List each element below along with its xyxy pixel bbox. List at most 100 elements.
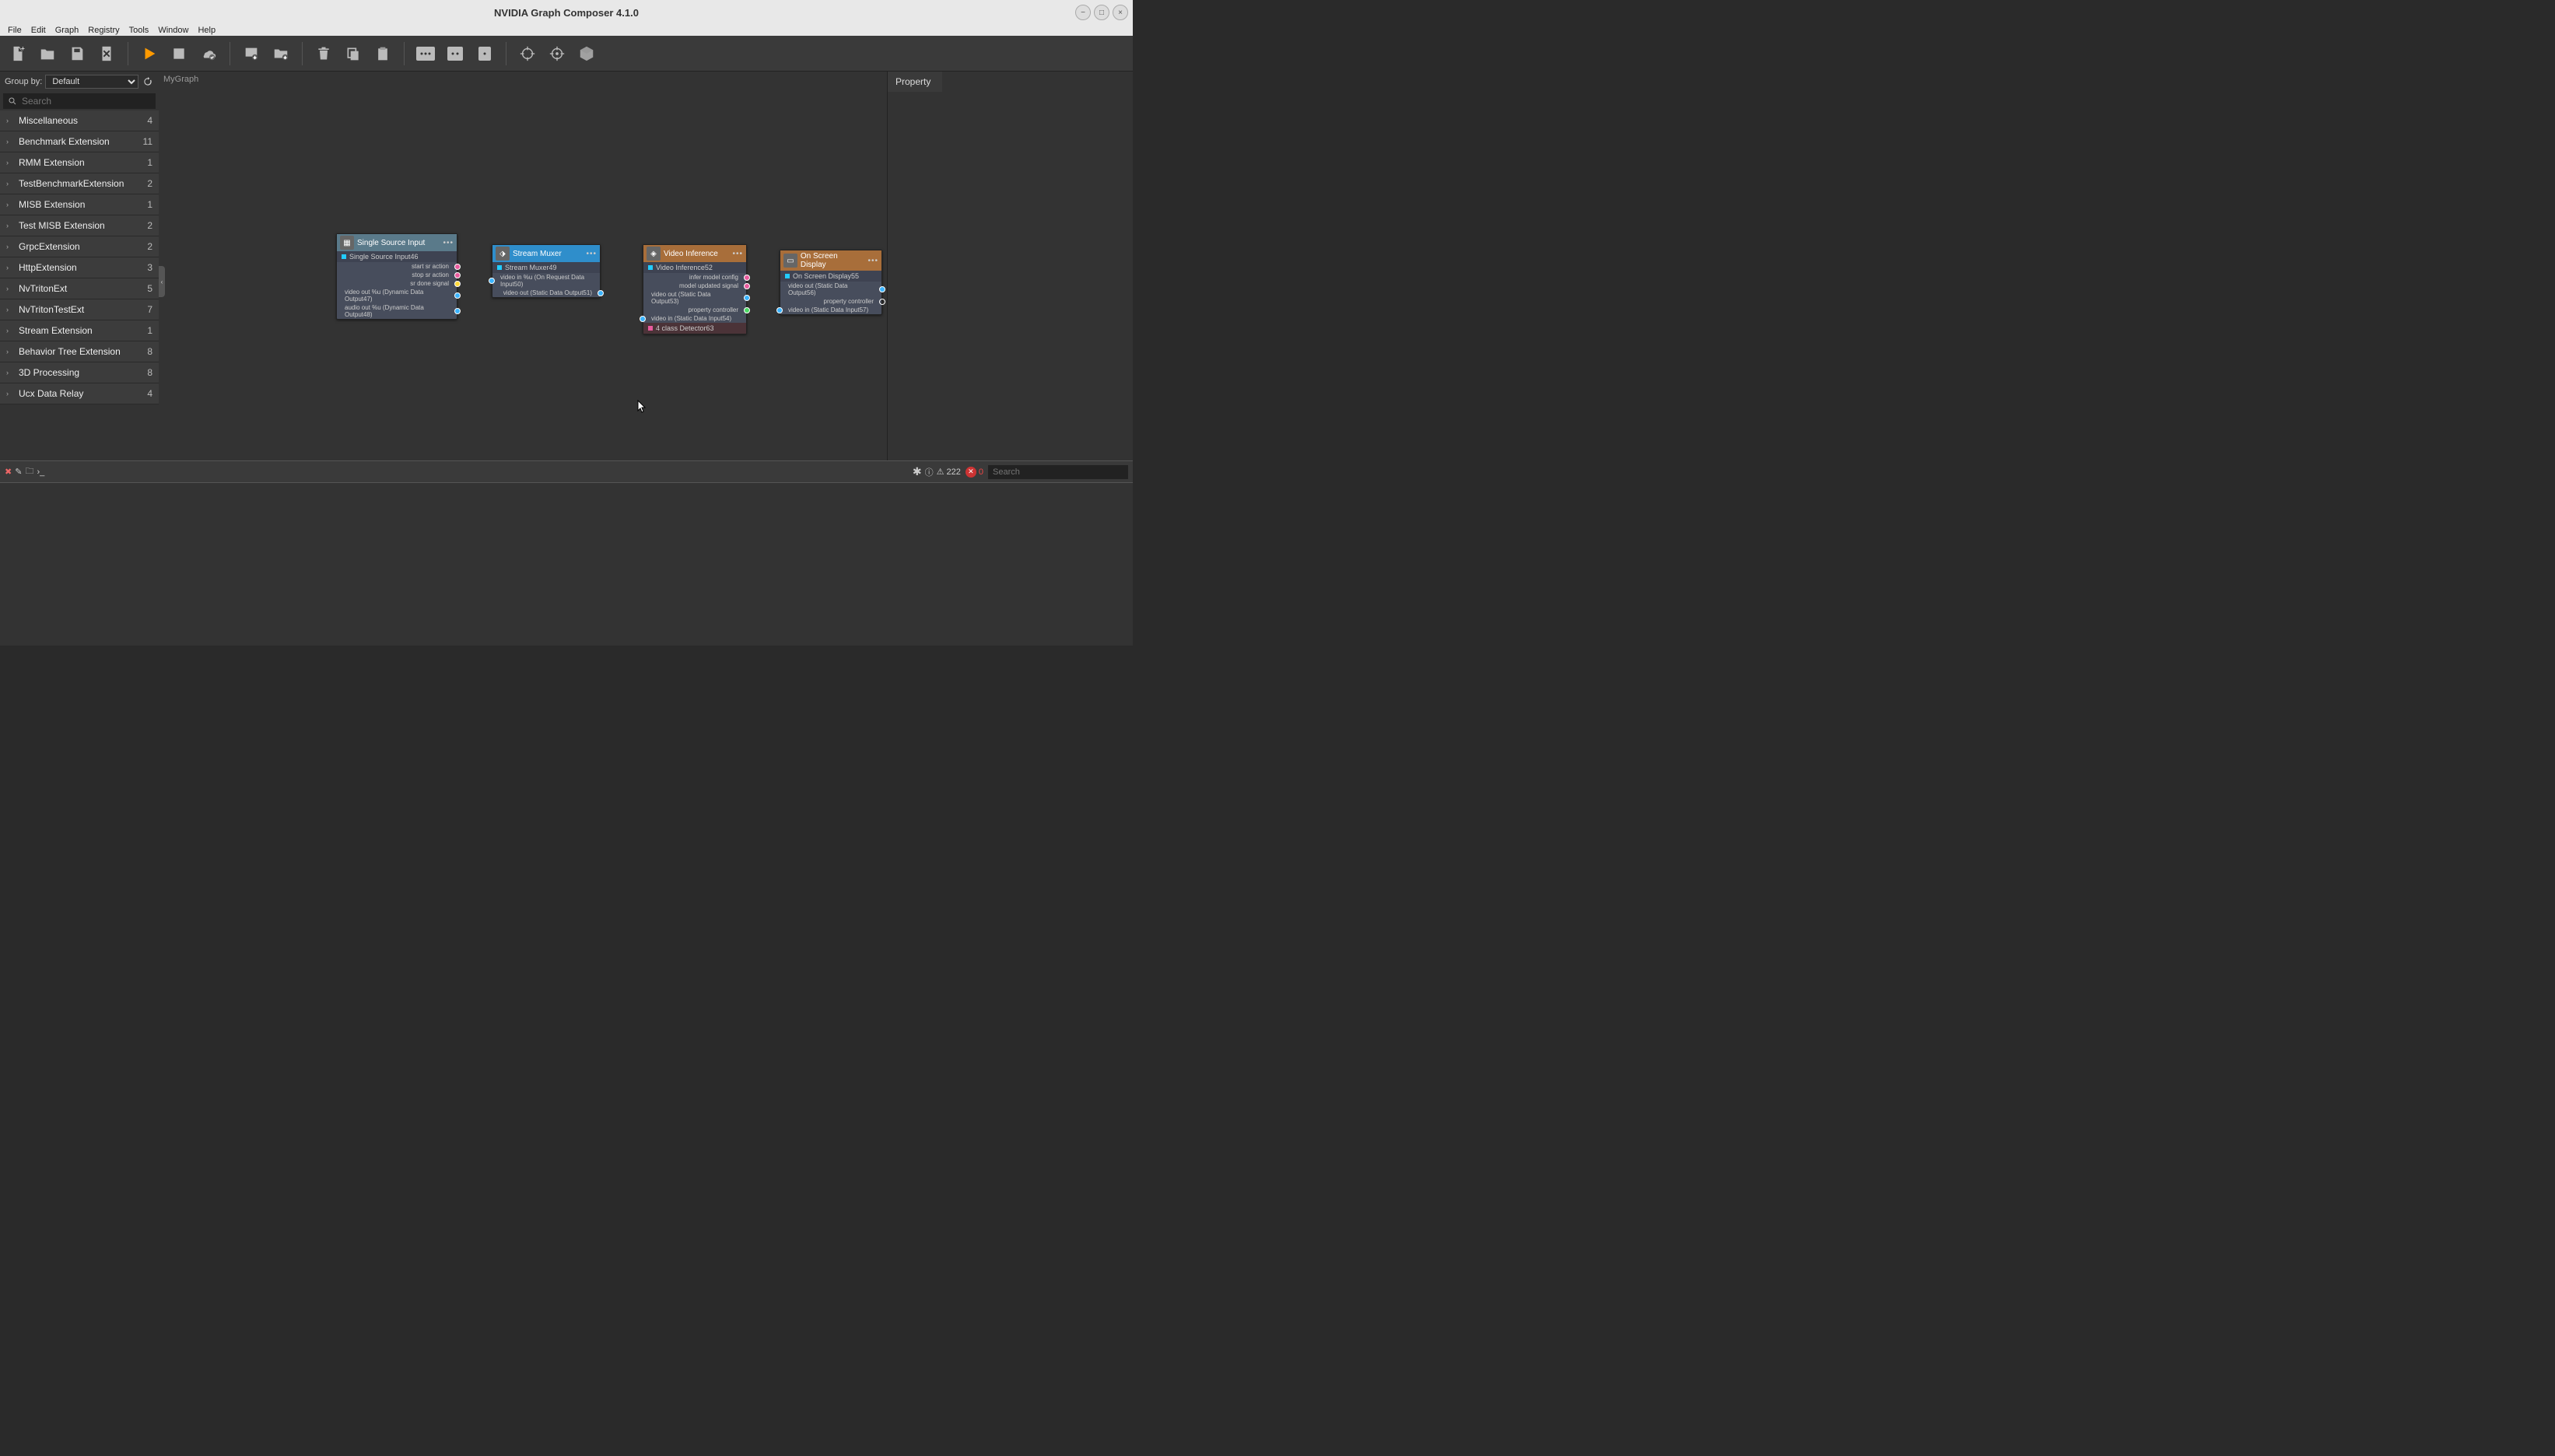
node-on-screen-display[interactable]: ▭On Screen Display••• On Screen Display5… <box>780 250 882 315</box>
port-out[interactable] <box>879 286 885 292</box>
warning-icon[interactable]: ⚠ <box>937 467 945 477</box>
copy-icon[interactable] <box>342 42 365 65</box>
cloud-check-icon[interactable] <box>197 42 220 65</box>
menu-help[interactable]: Help <box>193 26 220 35</box>
refresh-icon[interactable] <box>142 75 154 88</box>
status-info-icon[interactable]: ⓘ <box>925 466 934 478</box>
port-row[interactable]: video out (Static Data Output51) <box>492 289 600 297</box>
upload-folder-icon[interactable] <box>269 42 293 65</box>
cube-icon[interactable] <box>575 42 598 65</box>
status-activity-icon[interactable]: ✱ <box>913 465 922 478</box>
menu-edit[interactable]: Edit <box>26 26 51 35</box>
sidebar-search-input[interactable] <box>22 96 151 107</box>
stop-icon[interactable] <box>167 42 191 65</box>
node-single-source-input[interactable]: ▦Single Source Input••• Single Source In… <box>336 233 457 320</box>
node-menu-icon[interactable]: ••• <box>867 257 878 265</box>
chevron-right-icon: › <box>6 369 14 376</box>
category-item[interactable]: ›Ucx Data Relay4 <box>0 383 159 404</box>
port-out[interactable] <box>454 264 461 270</box>
port-in[interactable] <box>776 307 783 313</box>
new-file-icon[interactable]: + <box>6 42 30 65</box>
port-out[interactable] <box>454 272 461 278</box>
port-row[interactable]: property controller <box>780 297 881 306</box>
graph-canvas[interactable]: MyGraph ‹ ▦Single Source Input••• Single… <box>159 72 887 460</box>
port-out[interactable] <box>744 307 750 313</box>
ellipsis-box-icon[interactable] <box>414 42 437 65</box>
port-in[interactable] <box>489 278 495 284</box>
port-row[interactable]: video in (Static Data Input57) <box>780 306 881 314</box>
close-button[interactable]: × <box>1113 5 1128 20</box>
port-row[interactable]: property controller <box>643 306 746 314</box>
status-search-input[interactable] <box>988 465 1128 479</box>
category-item[interactable]: ›NvTritonTestExt7 <box>0 299 159 320</box>
category-item[interactable]: ›Test MISB Extension2 <box>0 215 159 236</box>
category-count: 4 <box>147 388 152 399</box>
play-icon[interactable] <box>138 42 161 65</box>
trash-icon[interactable] <box>312 42 335 65</box>
port-out[interactable] <box>879 299 885 305</box>
clipboard-icon[interactable] <box>371 42 394 65</box>
panel-collapse-handle[interactable]: ‹ <box>159 266 165 297</box>
status-close-icon[interactable]: ✖ <box>5 467 12 477</box>
port-out[interactable] <box>454 281 461 287</box>
status-edit-icon[interactable]: ✎ <box>15 467 22 477</box>
category-item[interactable]: ›GrpcExtension2 <box>0 236 159 257</box>
category-item[interactable]: ›3D Processing8 <box>0 362 159 383</box>
category-item[interactable]: ›Stream Extension1 <box>0 320 159 341</box>
port-in[interactable] <box>640 316 646 322</box>
node-stream-muxer[interactable]: ⬗Stream Muxer••• Stream Muxer49 video in… <box>492 244 601 298</box>
category-item[interactable]: ›Behavior Tree Extension8 <box>0 341 159 362</box>
canvas-tab[interactable]: MyGraph <box>160 73 202 86</box>
port-row[interactable]: stop sr action <box>337 271 457 279</box>
port-out[interactable] <box>744 275 750 281</box>
sidebar-search[interactable] <box>3 93 156 109</box>
two-dot-box-icon[interactable] <box>443 42 467 65</box>
download-icon[interactable] <box>240 42 263 65</box>
port-out[interactable] <box>454 292 461 299</box>
port-row[interactable]: video out (Static Data Output56) <box>780 282 881 297</box>
menu-graph[interactable]: Graph <box>51 26 84 35</box>
port-row[interactable]: video out (Static Data Output53) <box>643 290 746 306</box>
target-dot-icon[interactable] <box>545 42 569 65</box>
delete-file-icon[interactable] <box>95 42 118 65</box>
one-dot-box-icon[interactable] <box>473 42 496 65</box>
node-menu-icon[interactable]: ••• <box>443 239 454 247</box>
port-out[interactable] <box>744 295 750 301</box>
node-menu-icon[interactable]: ••• <box>732 250 743 258</box>
groupby-select[interactable]: Default <box>45 75 138 89</box>
category-item[interactable]: ›MISB Extension1 <box>0 194 159 215</box>
port-row[interactable]: video in (Static Data Input54) <box>643 314 746 323</box>
category-count: 3 <box>147 262 152 273</box>
category-item[interactable]: ›Benchmark Extension11 <box>0 131 159 152</box>
port-row[interactable]: infer model config <box>643 273 746 282</box>
category-item[interactable]: ›Miscellaneous4 <box>0 110 159 131</box>
menu-window[interactable]: Window <box>153 26 193 35</box>
error-icon[interactable]: ✕ <box>966 467 976 478</box>
category-item[interactable]: ›NvTritonExt5 <box>0 278 159 299</box>
category-item[interactable]: ›TestBenchmarkExtension2 <box>0 173 159 194</box>
port-row[interactable]: video out %u (Dynamic Data Output47) <box>337 288 457 303</box>
target-icon[interactable] <box>516 42 539 65</box>
menu-file[interactable]: File <box>3 26 26 35</box>
minimize-button[interactable]: − <box>1075 5 1091 20</box>
category-item[interactable]: ›RMM Extension1 <box>0 152 159 173</box>
port-out[interactable] <box>598 290 604 296</box>
save-icon[interactable] <box>65 42 89 65</box>
open-folder-icon[interactable] <box>36 42 59 65</box>
port-row[interactable]: start sr action <box>337 262 457 271</box>
port-out[interactable] <box>744 283 750 289</box>
node-video-inference[interactable]: ◈Video Inference••• Video Inference52 in… <box>643 244 747 334</box>
maximize-button[interactable]: □ <box>1094 5 1109 20</box>
menu-tools[interactable]: Tools <box>124 26 154 35</box>
port-row[interactable]: audio out %u (Dynamic Data Output48) <box>337 303 457 319</box>
port-row[interactable]: model updated signal <box>643 282 746 290</box>
status-folder-icon[interactable]: 🗀 <box>25 464 33 479</box>
port-row[interactable]: video in %u (On Request Data Input50) <box>492 273 600 289</box>
property-tab[interactable]: Property <box>888 72 942 92</box>
port-row[interactable]: sr done signal <box>337 279 457 288</box>
port-out[interactable] <box>454 308 461 314</box>
menu-registry[interactable]: Registry <box>83 26 124 35</box>
node-menu-icon[interactable]: ••• <box>586 250 597 258</box>
status-terminal-icon[interactable]: ›_ <box>37 467 44 477</box>
category-item[interactable]: ›HttpExtension3 <box>0 257 159 278</box>
